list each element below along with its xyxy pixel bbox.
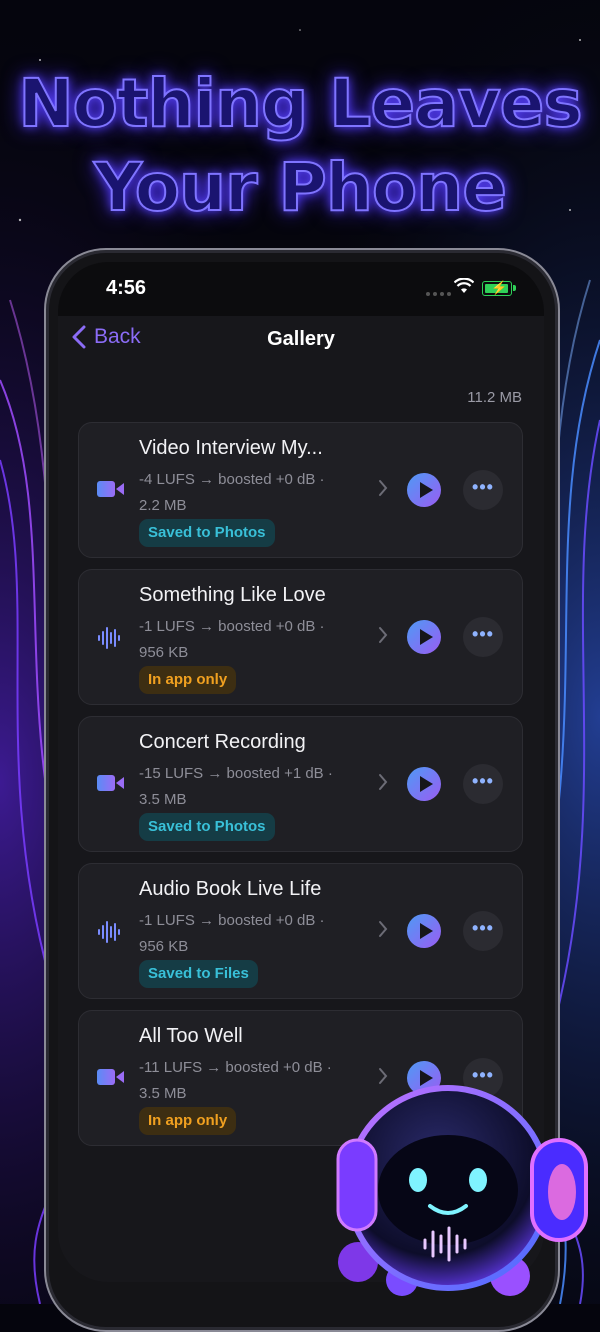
audio-waveform-icon [97, 920, 121, 949]
video-icon [97, 773, 125, 798]
status-badge: Saved to Photos [139, 519, 275, 547]
play-button[interactable] [407, 473, 441, 507]
navigation-bar: Back Gallery [58, 316, 544, 376]
audio-waveform-icon [97, 626, 121, 655]
video-icon [97, 479, 125, 504]
gallery-item[interactable]: Concert Recording -15 LUFS → boosted +1 d… [78, 716, 523, 852]
more-options-button[interactable]: ••• [463, 911, 503, 951]
play-button[interactable] [407, 767, 441, 801]
item-title: All Too Well [139, 1025, 243, 1047]
item-loudness: -1 LUFS → boosted +0 dB · [139, 912, 325, 929]
item-size: 956 KB [139, 938, 189, 955]
more-options-button[interactable]: ••• [463, 470, 503, 510]
page-title: Gallery [267, 328, 335, 350]
item-title: Concert Recording [139, 731, 306, 753]
status-bar: 4:56 ⚡ [58, 262, 544, 316]
gallery-item[interactable]: Audio Book Live Life -1 LUFS → boosted +0… [78, 863, 523, 999]
more-options-button[interactable]: ••• [463, 764, 503, 804]
chevron-right-icon[interactable] [378, 626, 388, 644]
headline-line-2: Your Phone [93, 148, 508, 227]
item-loudness: -15 LUFS → boosted +1 dB · [139, 765, 333, 782]
cellular-dots-icon [426, 292, 451, 296]
chevron-right-icon[interactable] [378, 773, 388, 791]
gallery-item[interactable]: Something Like Love -1 LUFS → boosted +0 … [78, 569, 523, 705]
item-title: Video Interview My... [139, 437, 323, 459]
headline-line-1: Nothing Leaves [17, 64, 583, 143]
gallery-item[interactable]: Video Interview My... -4 LUFS → boosted +… [78, 422, 523, 558]
item-meta: -1 LUFS → boosted +0 dB · 956 KB [139, 908, 369, 960]
item-title: Audio Book Live Life [139, 878, 322, 900]
item-loudness: -4 LUFS → boosted +0 dB · [139, 471, 325, 488]
item-title: Something Like Love [139, 584, 326, 606]
item-size: 956 KB [139, 644, 189, 661]
play-button[interactable] [407, 620, 441, 654]
chevron-right-icon[interactable] [378, 920, 388, 938]
item-meta: -1 LUFS → boosted +0 dB · 956 KB [139, 614, 369, 666]
item-size: 3.5 MB [139, 791, 187, 808]
more-options-button[interactable]: ••• [463, 617, 503, 657]
chevron-right-icon[interactable] [378, 479, 388, 497]
item-meta: -15 LUFS → boosted +1 dB · 3.5 MB [139, 761, 369, 813]
wifi-icon [454, 278, 474, 293]
status-badge: In app only [139, 666, 237, 694]
item-loudness: -11 LUFS → boosted +0 dB · [139, 1059, 332, 1076]
status-time: 4:56 [106, 277, 147, 299]
play-button[interactable] [407, 914, 441, 948]
battery-charging-icon: ⚡ [482, 280, 516, 296]
item-meta: -4 LUFS → boosted +0 dB · 2.2 MB [139, 467, 369, 519]
item-loudness: -1 LUFS → boosted +0 dB · [139, 618, 325, 635]
video-icon [97, 1067, 125, 1092]
total-size: 11.2 MB [467, 389, 522, 406]
status-badge: Saved to Files [139, 960, 258, 988]
mascot-illustration [330, 1080, 600, 1304]
status-badge: In app only [139, 1107, 237, 1135]
headline: Nothing Leaves Your Phone [0, 62, 600, 230]
item-size: 2.2 MB [139, 497, 187, 514]
status-badge: Saved to Photos [139, 813, 275, 841]
